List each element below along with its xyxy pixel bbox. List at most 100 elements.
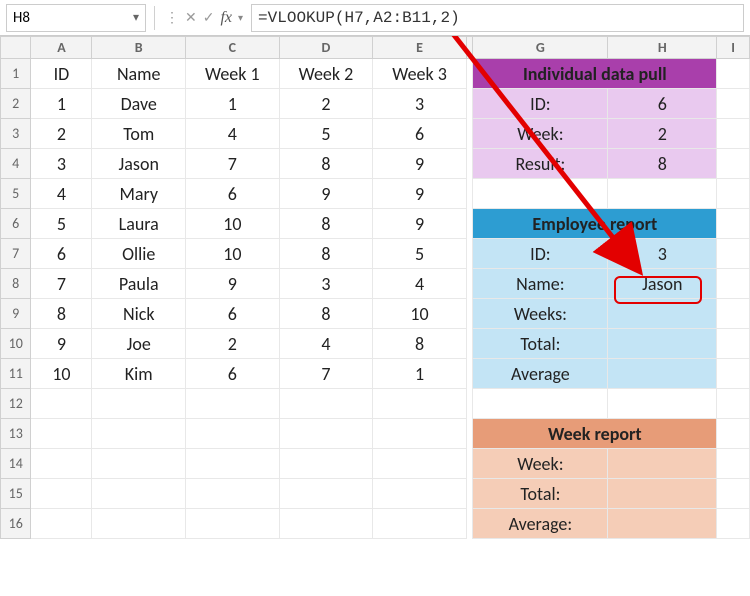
cell[interactable] (92, 509, 186, 539)
cell[interactable] (608, 389, 717, 419)
panel-week-avg-value[interactable] (608, 509, 717, 539)
cell[interactable]: Name (92, 59, 186, 89)
panel-employee-title[interactable]: Employee report (473, 209, 717, 239)
confirm-icon[interactable]: ✓ (201, 9, 217, 26)
cell[interactable]: 4 (31, 179, 92, 209)
cell[interactable]: 4 (186, 119, 280, 149)
cell[interactable] (92, 449, 186, 479)
row-header[interactable]: 3 (1, 119, 31, 149)
row-header[interactable]: 13 (1, 419, 31, 449)
cell[interactable]: 6 (186, 359, 280, 389)
cell[interactable] (279, 509, 373, 539)
cell[interactable] (717, 269, 750, 299)
cell[interactable] (717, 239, 750, 269)
cell[interactable]: 10 (186, 209, 280, 239)
row-header[interactable]: 1 (1, 59, 31, 89)
cell[interactable]: ID (31, 59, 92, 89)
cell[interactable]: 8 (373, 329, 467, 359)
cell[interactable]: 6 (186, 299, 280, 329)
row-header[interactable]: 4 (1, 149, 31, 179)
row-header[interactable]: 10 (1, 329, 31, 359)
cell[interactable]: 2 (186, 329, 280, 359)
cell[interactable] (92, 419, 186, 449)
cell[interactable]: Paula (92, 269, 186, 299)
cell[interactable]: 9 (31, 329, 92, 359)
cell[interactable]: Tom (92, 119, 186, 149)
cell[interactable]: 9 (373, 149, 467, 179)
cell[interactable]: 9 (279, 179, 373, 209)
cell[interactable]: 1 (186, 89, 280, 119)
cell[interactable]: 8 (279, 299, 373, 329)
cell[interactable] (717, 89, 750, 119)
panel-week-week-label[interactable]: Week: (473, 449, 608, 479)
cell[interactable]: 6 (186, 179, 280, 209)
panel-week-total-value[interactable] (608, 479, 717, 509)
cell[interactable]: 9 (373, 179, 467, 209)
col-header-H[interactable]: H (608, 37, 717, 59)
cell[interactable] (279, 479, 373, 509)
cell[interactable] (717, 389, 750, 419)
panel-week-total-label[interactable]: Total: (473, 479, 608, 509)
cell[interactable]: 3 (373, 89, 467, 119)
cell[interactable] (473, 389, 608, 419)
chevron-down-icon[interactable]: ▾ (133, 10, 139, 25)
more-icon[interactable]: ⋮ (163, 9, 181, 26)
panel-individual-week-label[interactable]: Week: (473, 119, 608, 149)
panel-individual-week-value[interactable]: 2 (608, 119, 717, 149)
cell[interactable] (186, 479, 280, 509)
row-header[interactable]: 8 (1, 269, 31, 299)
cell[interactable]: Week 3 (373, 59, 467, 89)
cancel-icon[interactable]: ✕ (183, 9, 199, 26)
cell[interactable]: 4 (279, 329, 373, 359)
cell[interactable]: 4 (373, 269, 467, 299)
cell[interactable]: Kim (92, 359, 186, 389)
cell[interactable] (279, 419, 373, 449)
cell[interactable]: Laura (92, 209, 186, 239)
cell[interactable]: 1 (31, 89, 92, 119)
cell[interactable]: Week 2 (279, 59, 373, 89)
col-header-A[interactable]: A (31, 37, 92, 59)
panel-individual-result-label[interactable]: Result: (473, 149, 608, 179)
cell[interactable]: 2 (31, 119, 92, 149)
panel-employee-total-label[interactable]: Total: (473, 329, 608, 359)
cell[interactable]: 10 (186, 239, 280, 269)
panel-individual-title[interactable]: Individual data pull (473, 59, 717, 89)
cell[interactable] (373, 389, 467, 419)
panel-employee-name-value[interactable]: Jason (608, 269, 717, 299)
cell[interactable]: Joe (92, 329, 186, 359)
cell[interactable] (717, 119, 750, 149)
cell[interactable] (279, 389, 373, 419)
fx-icon[interactable]: fx (218, 9, 234, 27)
cell[interactable] (717, 299, 750, 329)
panel-employee-name-label[interactable]: Name: (473, 269, 608, 299)
col-header-B[interactable]: B (92, 37, 186, 59)
cell[interactable] (186, 449, 280, 479)
cell[interactable] (717, 149, 750, 179)
cell[interactable] (373, 449, 467, 479)
cell[interactable] (717, 329, 750, 359)
row-header[interactable]: 16 (1, 509, 31, 539)
cell[interactable] (717, 449, 750, 479)
formula-input[interactable]: =VLOOKUP(H7,A2:B11,2) (251, 4, 744, 32)
cell[interactable]: 10 (373, 299, 467, 329)
cell[interactable]: 3 (31, 149, 92, 179)
panel-individual-result-value[interactable]: 8 (608, 149, 717, 179)
cell[interactable]: 2 (279, 89, 373, 119)
cell[interactable]: Nick (92, 299, 186, 329)
cell[interactable]: 9 (186, 269, 280, 299)
panel-employee-avg-value[interactable] (608, 359, 717, 389)
cell[interactable] (717, 509, 750, 539)
cell[interactable] (373, 479, 467, 509)
spreadsheet-grid[interactable]: A B C D E G H I 1 ID Name Week 1 Week 2 … (0, 36, 750, 539)
row-header[interactable]: 11 (1, 359, 31, 389)
cell[interactable] (717, 479, 750, 509)
cell[interactable]: 7 (31, 269, 92, 299)
panel-week-title[interactable]: Week report (473, 419, 717, 449)
cell[interactable] (31, 509, 92, 539)
panel-individual-id-label[interactable]: ID: (473, 89, 608, 119)
cell[interactable]: 6 (373, 119, 467, 149)
cell[interactable] (717, 59, 750, 89)
cell[interactable]: 8 (279, 149, 373, 179)
cell[interactable] (717, 419, 750, 449)
panel-week-week-value[interactable] (608, 449, 717, 479)
